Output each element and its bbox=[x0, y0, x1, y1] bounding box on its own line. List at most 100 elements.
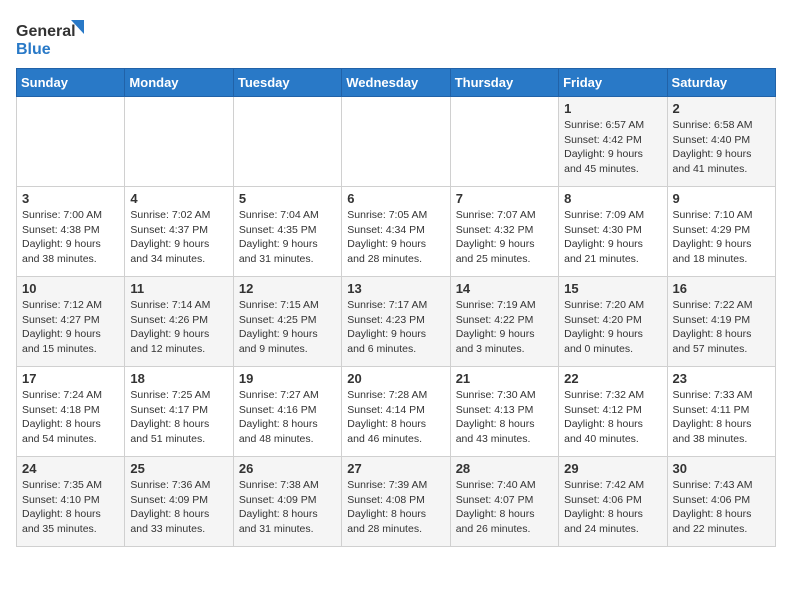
day-number: 25 bbox=[130, 461, 227, 476]
day-info: Sunrise: 7:43 AM Sunset: 4:06 PM Dayligh… bbox=[673, 478, 770, 537]
day-number: 6 bbox=[347, 191, 444, 206]
calendar-cell: 1 Sunrise: 6:57 AM Sunset: 4:42 PM Daylig… bbox=[559, 97, 667, 187]
calendar-cell bbox=[342, 97, 450, 187]
day-number: 20 bbox=[347, 371, 444, 386]
calendar-cell: 18 Sunrise: 7:25 AM Sunset: 4:17 PM Dayli… bbox=[125, 367, 233, 457]
calendar-cell: 11 Sunrise: 7:14 AM Sunset: 4:26 PM Dayli… bbox=[125, 277, 233, 367]
day-info: Sunrise: 7:14 AM Sunset: 4:26 PM Dayligh… bbox=[130, 298, 227, 357]
day-info: Sunrise: 7:04 AM Sunset: 4:35 PM Dayligh… bbox=[239, 208, 336, 267]
header-thursday: Thursday bbox=[450, 69, 558, 97]
day-info: Sunrise: 7:09 AM Sunset: 4:30 PM Dayligh… bbox=[564, 208, 661, 267]
calendar-cell: 4 Sunrise: 7:02 AM Sunset: 4:37 PM Daylig… bbox=[125, 187, 233, 277]
calendar-cell: 30 Sunrise: 7:43 AM Sunset: 4:06 PM Dayli… bbox=[667, 457, 775, 547]
calendar-table: SundayMondayTuesdayWednesdayThursdayFrid… bbox=[16, 68, 776, 547]
day-info: Sunrise: 7:10 AM Sunset: 4:29 PM Dayligh… bbox=[673, 208, 770, 267]
calendar-cell: 25 Sunrise: 7:36 AM Sunset: 4:09 PM Dayli… bbox=[125, 457, 233, 547]
svg-text:Blue: Blue bbox=[16, 41, 51, 58]
day-info: Sunrise: 7:35 AM Sunset: 4:10 PM Dayligh… bbox=[22, 478, 119, 537]
header-sunday: Sunday bbox=[17, 69, 125, 97]
header-wednesday: Wednesday bbox=[342, 69, 450, 97]
calendar-week-3: 17 Sunrise: 7:24 AM Sunset: 4:18 PM Dayli… bbox=[17, 367, 776, 457]
day-info: Sunrise: 7:05 AM Sunset: 4:34 PM Dayligh… bbox=[347, 208, 444, 267]
header-saturday: Saturday bbox=[667, 69, 775, 97]
calendar-header-row: SundayMondayTuesdayWednesdayThursdayFrid… bbox=[17, 69, 776, 97]
calendar-cell: 24 Sunrise: 7:35 AM Sunset: 4:10 PM Dayli… bbox=[17, 457, 125, 547]
calendar-cell: 3 Sunrise: 7:00 AM Sunset: 4:38 PM Daylig… bbox=[17, 187, 125, 277]
calendar-cell: 26 Sunrise: 7:38 AM Sunset: 4:09 PM Dayli… bbox=[233, 457, 341, 547]
calendar-cell bbox=[233, 97, 341, 187]
calendar-cell: 16 Sunrise: 7:22 AM Sunset: 4:19 PM Dayli… bbox=[667, 277, 775, 367]
calendar-cell: 15Sunrise: 7:20 AM Sunset: 4:20 PM Dayli… bbox=[559, 277, 667, 367]
day-number: 3 bbox=[22, 191, 119, 206]
day-number: 11 bbox=[130, 281, 227, 296]
calendar-cell: 23 Sunrise: 7:33 AM Sunset: 4:11 PM Dayli… bbox=[667, 367, 775, 457]
day-info: Sunrise: 7:25 AM Sunset: 4:17 PM Dayligh… bbox=[130, 388, 227, 447]
header: GeneralBlue bbox=[16, 16, 776, 60]
calendar-week-2: 10 Sunrise: 7:12 AM Sunset: 4:27 PM Dayli… bbox=[17, 277, 776, 367]
day-number: 27 bbox=[347, 461, 444, 476]
day-info: Sunrise: 7:32 AM Sunset: 4:12 PM Dayligh… bbox=[564, 388, 661, 447]
calendar-cell: 2 Sunrise: 6:58 AM Sunset: 4:40 PM Daylig… bbox=[667, 97, 775, 187]
day-number: 21 bbox=[456, 371, 553, 386]
day-number: 18 bbox=[130, 371, 227, 386]
day-number: 13 bbox=[347, 281, 444, 296]
calendar-cell: 20Sunrise: 7:28 AM Sunset: 4:14 PM Dayli… bbox=[342, 367, 450, 457]
calendar-week-1: 3 Sunrise: 7:00 AM Sunset: 4:38 PM Daylig… bbox=[17, 187, 776, 277]
logo: GeneralBlue bbox=[16, 16, 86, 60]
day-info: Sunrise: 7:30 AM Sunset: 4:13 PM Dayligh… bbox=[456, 388, 553, 447]
day-number: 24 bbox=[22, 461, 119, 476]
calendar-cell: 10 Sunrise: 7:12 AM Sunset: 4:27 PM Dayli… bbox=[17, 277, 125, 367]
day-info: Sunrise: 6:57 AM Sunset: 4:42 PM Dayligh… bbox=[564, 118, 661, 177]
calendar-cell: 27 Sunrise: 7:39 AM Sunset: 4:08 PM Dayli… bbox=[342, 457, 450, 547]
calendar-cell: 13 Sunrise: 7:17 AM Sunset: 4:23 PM Dayli… bbox=[342, 277, 450, 367]
calendar-cell bbox=[450, 97, 558, 187]
day-number: 16 bbox=[673, 281, 770, 296]
day-info: Sunrise: 7:38 AM Sunset: 4:09 PM Dayligh… bbox=[239, 478, 336, 537]
calendar-cell: 12 Sunrise: 7:15 AM Sunset: 4:25 PM Dayli… bbox=[233, 277, 341, 367]
day-info: Sunrise: 7:12 AM Sunset: 4:27 PM Dayligh… bbox=[22, 298, 119, 357]
day-number: 9 bbox=[673, 191, 770, 206]
calendar-cell: 19 Sunrise: 7:27 AM Sunset: 4:16 PM Dayli… bbox=[233, 367, 341, 457]
day-number: 1 bbox=[564, 101, 661, 116]
day-info: Sunrise: 7:15 AM Sunset: 4:25 PM Dayligh… bbox=[239, 298, 336, 357]
calendar-cell: 6 Sunrise: 7:05 AM Sunset: 4:34 PM Daylig… bbox=[342, 187, 450, 277]
day-number: 7 bbox=[456, 191, 553, 206]
day-info: Sunrise: 7:22 AM Sunset: 4:19 PM Dayligh… bbox=[673, 298, 770, 357]
header-tuesday: Tuesday bbox=[233, 69, 341, 97]
calendar-cell: 8 Sunrise: 7:09 AM Sunset: 4:30 PM Daylig… bbox=[559, 187, 667, 277]
day-info: Sunrise: 6:58 AM Sunset: 4:40 PM Dayligh… bbox=[673, 118, 770, 177]
day-number: 23 bbox=[673, 371, 770, 386]
day-info: Sunrise: 7:17 AM Sunset: 4:23 PM Dayligh… bbox=[347, 298, 444, 357]
day-info: Sunrise: 7:00 AM Sunset: 4:38 PM Dayligh… bbox=[22, 208, 119, 267]
day-info: Sunrise: 7:19 AM Sunset: 4:22 PM Dayligh… bbox=[456, 298, 553, 357]
day-info: Sunrise: 7:24 AM Sunset: 4:18 PM Dayligh… bbox=[22, 388, 119, 447]
day-info: Sunrise: 7:07 AM Sunset: 4:32 PM Dayligh… bbox=[456, 208, 553, 267]
day-info: Sunrise: 7:42 AM Sunset: 4:06 PM Dayligh… bbox=[564, 478, 661, 537]
day-number: 12 bbox=[239, 281, 336, 296]
day-number: 29 bbox=[564, 461, 661, 476]
day-number: 5 bbox=[239, 191, 336, 206]
day-number: 17 bbox=[22, 371, 119, 386]
calendar-cell bbox=[125, 97, 233, 187]
calendar-week-4: 24 Sunrise: 7:35 AM Sunset: 4:10 PM Dayli… bbox=[17, 457, 776, 547]
day-number: 10 bbox=[22, 281, 119, 296]
day-number: 2 bbox=[673, 101, 770, 116]
calendar-cell: 9 Sunrise: 7:10 AM Sunset: 4:29 PM Daylig… bbox=[667, 187, 775, 277]
day-info: Sunrise: 7:27 AM Sunset: 4:16 PM Dayligh… bbox=[239, 388, 336, 447]
day-number: 22 bbox=[564, 371, 661, 386]
day-number: 30 bbox=[673, 461, 770, 476]
day-number: 19 bbox=[239, 371, 336, 386]
day-info: Sunrise: 7:20 AM Sunset: 4:20 PM Dayligh… bbox=[564, 298, 661, 357]
day-info: Sunrise: 7:33 AM Sunset: 4:11 PM Dayligh… bbox=[673, 388, 770, 447]
day-info: Sunrise: 7:36 AM Sunset: 4:09 PM Dayligh… bbox=[130, 478, 227, 537]
header-monday: Monday bbox=[125, 69, 233, 97]
day-number: 26 bbox=[239, 461, 336, 476]
day-number: 28 bbox=[456, 461, 553, 476]
day-number: 4 bbox=[130, 191, 227, 206]
day-info: Sunrise: 7:02 AM Sunset: 4:37 PM Dayligh… bbox=[130, 208, 227, 267]
calendar-cell: 7 Sunrise: 7:07 AM Sunset: 4:32 PM Daylig… bbox=[450, 187, 558, 277]
day-info: Sunrise: 7:39 AM Sunset: 4:08 PM Dayligh… bbox=[347, 478, 444, 537]
day-number: 14 bbox=[456, 281, 553, 296]
day-number: 8 bbox=[564, 191, 661, 206]
calendar-week-0: 1 Sunrise: 6:57 AM Sunset: 4:42 PM Daylig… bbox=[17, 97, 776, 187]
